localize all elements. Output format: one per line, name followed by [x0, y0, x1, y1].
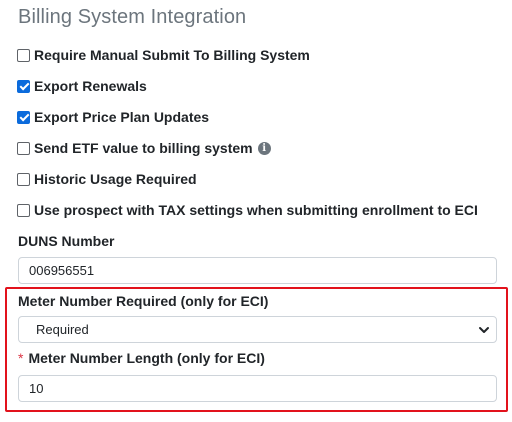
required-asterisk: * [18, 350, 24, 366]
duns-number-value: 006956551 [29, 263, 95, 278]
export-renewals-checkbox[interactable] [17, 79, 30, 93]
historic-usage-checkbox-row[interactable]: Historic Usage Required [17, 170, 197, 188]
meter-number-length-label-row: * Meter Number Length (only for ECI) [18, 350, 265, 366]
prospect-tax-label[interactable]: Use prospect with TAX settings when subm… [34, 202, 478, 218]
export-renewals-label[interactable]: Export Renewals [34, 78, 147, 94]
meter-number-required-label: Meter Number Required (only for ECI) [18, 293, 269, 309]
send-etf-checkbox-row[interactable]: Send ETF value to billing system i [17, 139, 271, 157]
chevron-down-icon [479, 326, 489, 333]
meter-number-required-value: Required [36, 322, 89, 337]
require-manual-submit-label[interactable]: Require Manual Submit To Billing System [34, 47, 310, 63]
export-price-plan-updates-checkbox-row[interactable]: Export Price Plan Updates [17, 108, 209, 126]
historic-usage-label[interactable]: Historic Usage Required [34, 171, 197, 187]
section-title: Billing System Integration [18, 6, 247, 28]
send-etf-label[interactable]: Send ETF value to billing system [34, 140, 253, 156]
export-price-plan-updates-checkbox[interactable] [17, 110, 30, 124]
prospect-tax-checkbox[interactable] [17, 203, 30, 217]
require-manual-submit-checkbox-row[interactable]: Require Manual Submit To Billing System [17, 46, 310, 64]
duns-number-label: DUNS Number [18, 233, 115, 249]
duns-number-input[interactable]: 006956551 [18, 257, 497, 284]
meter-number-length-value: 10 [29, 381, 44, 396]
info-circle-icon[interactable]: i [257, 141, 271, 155]
require-manual-submit-checkbox[interactable] [17, 48, 30, 62]
meter-number-length-label: Meter Number Length (only for ECI) [28, 350, 265, 366]
historic-usage-checkbox[interactable] [17, 172, 30, 186]
export-renewals-checkbox-row[interactable]: Export Renewals [17, 77, 147, 95]
meter-number-required-select[interactable]: Required [18, 316, 497, 343]
meter-number-length-input[interactable]: 10 [18, 375, 497, 402]
export-price-plan-updates-label[interactable]: Export Price Plan Updates [34, 109, 209, 125]
send-etf-checkbox[interactable] [17, 141, 30, 155]
prospect-tax-checkbox-row[interactable]: Use prospect with TAX settings when subm… [17, 201, 478, 219]
